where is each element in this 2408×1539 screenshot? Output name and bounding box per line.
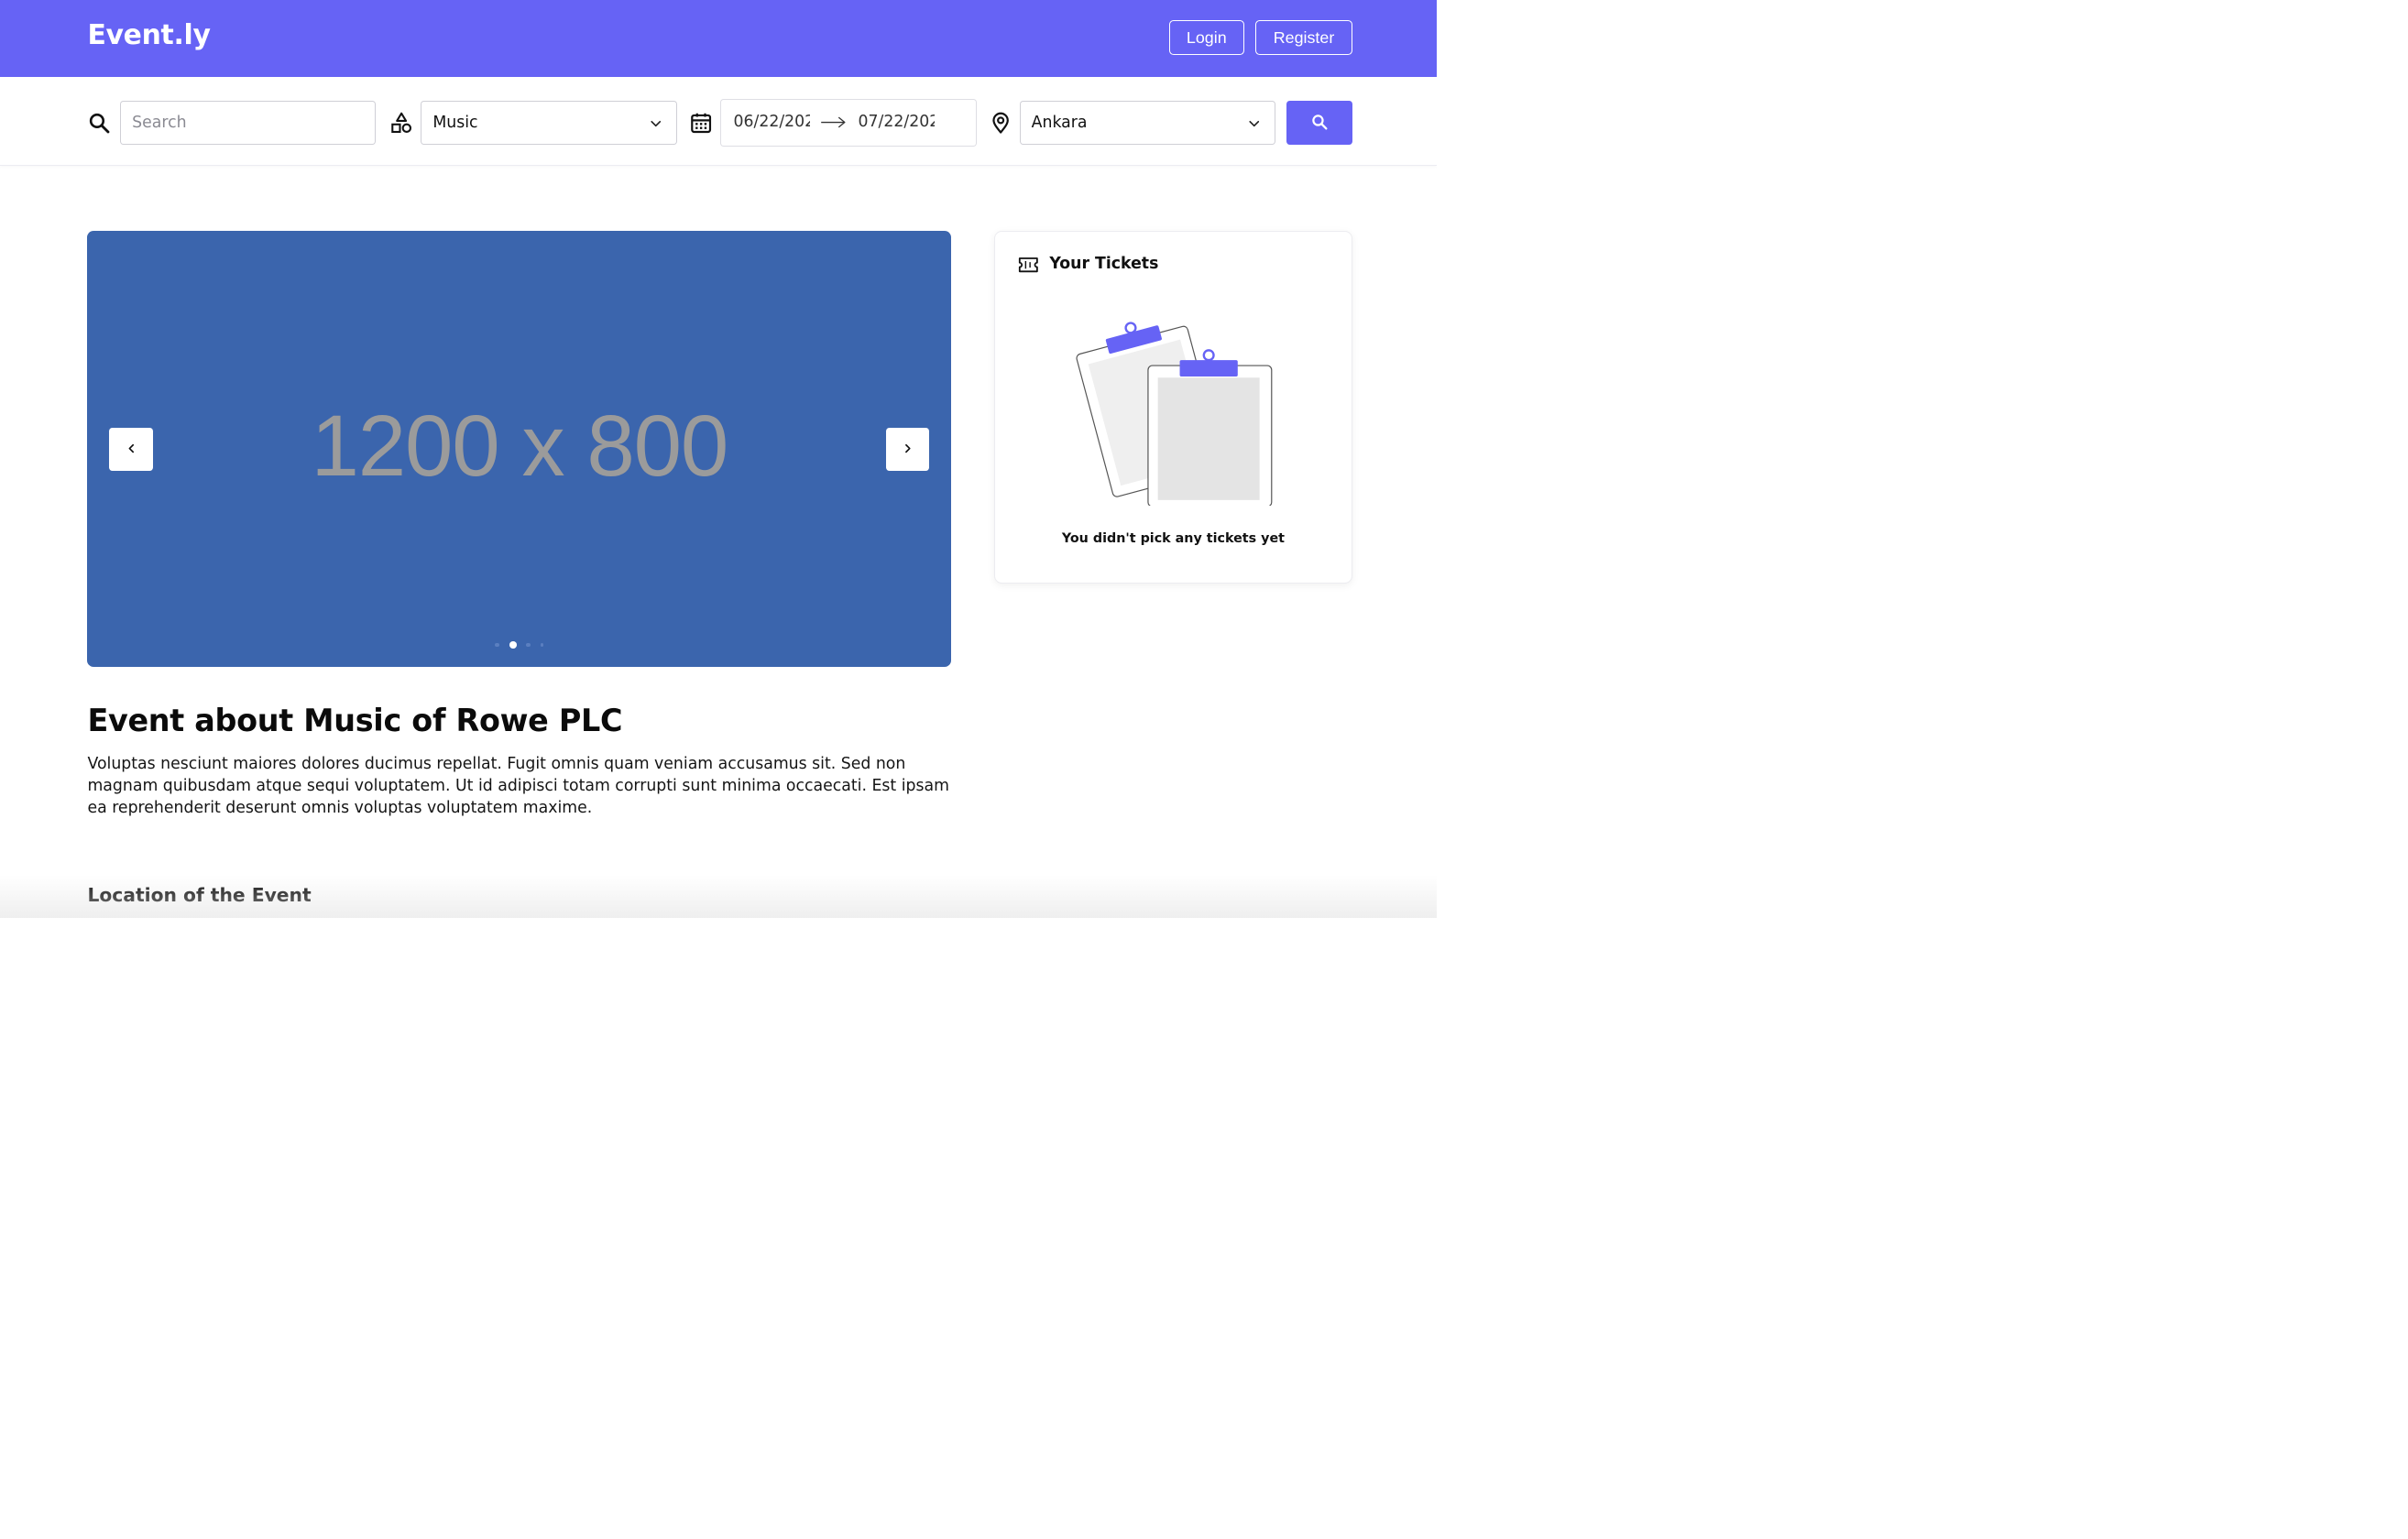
your-tickets-card: Your Tickets You didn't pick any tickets… [993,230,1353,584]
search-field[interactable] [120,101,377,146]
arrow-right-icon [820,114,847,134]
event-description: Voluptas nesciunt maiores dolores ducimu… [87,755,949,818]
page-root: Event.ly Login Register Music 06/22/2023 [0,0,1437,919]
location-section-heading: Location of the Event [87,884,312,907]
chevron-down-icon [1247,116,1262,131]
date-range-picker[interactable]: 06/22/2023 07/22/2023 [720,98,977,147]
carousel-prev-button[interactable] [109,427,154,472]
location-select[interactable]: Ankara [1019,101,1275,146]
search-input[interactable] [132,114,365,133]
chevron-left-icon [126,442,137,456]
carousel-image-placeholder: 1200 x 800 [311,397,729,494]
carousel-dot[interactable] [495,642,500,648]
search-icon [1310,113,1329,133]
carousel-dot[interactable] [526,642,531,648]
map-pin-icon [989,111,1012,135]
search-submit-button[interactable] [1286,101,1353,146]
top-navbar: Event.ly Login Register [0,0,1437,78]
chevron-right-icon [902,442,914,456]
event-image-carousel: 1200 x 800 [87,230,952,667]
event-title: Event about Music of Rowe PLC [87,703,623,739]
tickets-title: Your Tickets [1049,254,1159,273]
carousel-next-button[interactable] [885,427,930,472]
ticket-icon [1018,256,1039,274]
location-select-value: Ankara [1031,114,1088,133]
category-select-value: Music [432,114,478,133]
carousel-dot-active[interactable] [509,641,517,649]
calendar-icon [689,111,713,135]
shapes-icon [389,111,413,135]
app-logo[interactable]: Event.ly [87,19,210,51]
search-filter-bar: Music 06/22/2023 07/22/2023 Ankara [0,77,1437,166]
carousel-dot[interactable] [540,643,544,647]
login-button[interactable]: Login [1168,20,1244,56]
register-button[interactable]: Register [1254,20,1353,56]
category-select[interactable]: Music [421,101,677,146]
date-end-input[interactable]: 07/22/2023 [859,113,936,131]
search-icon [87,111,111,135]
carousel-indicators [87,639,951,650]
empty-tickets-message: You didn't pick any tickets yet [1061,530,1285,546]
chevron-down-icon [649,116,663,131]
empty-clipboards-illustration [1075,314,1275,508]
date-start-input[interactable]: 06/22/2023 [734,113,811,131]
